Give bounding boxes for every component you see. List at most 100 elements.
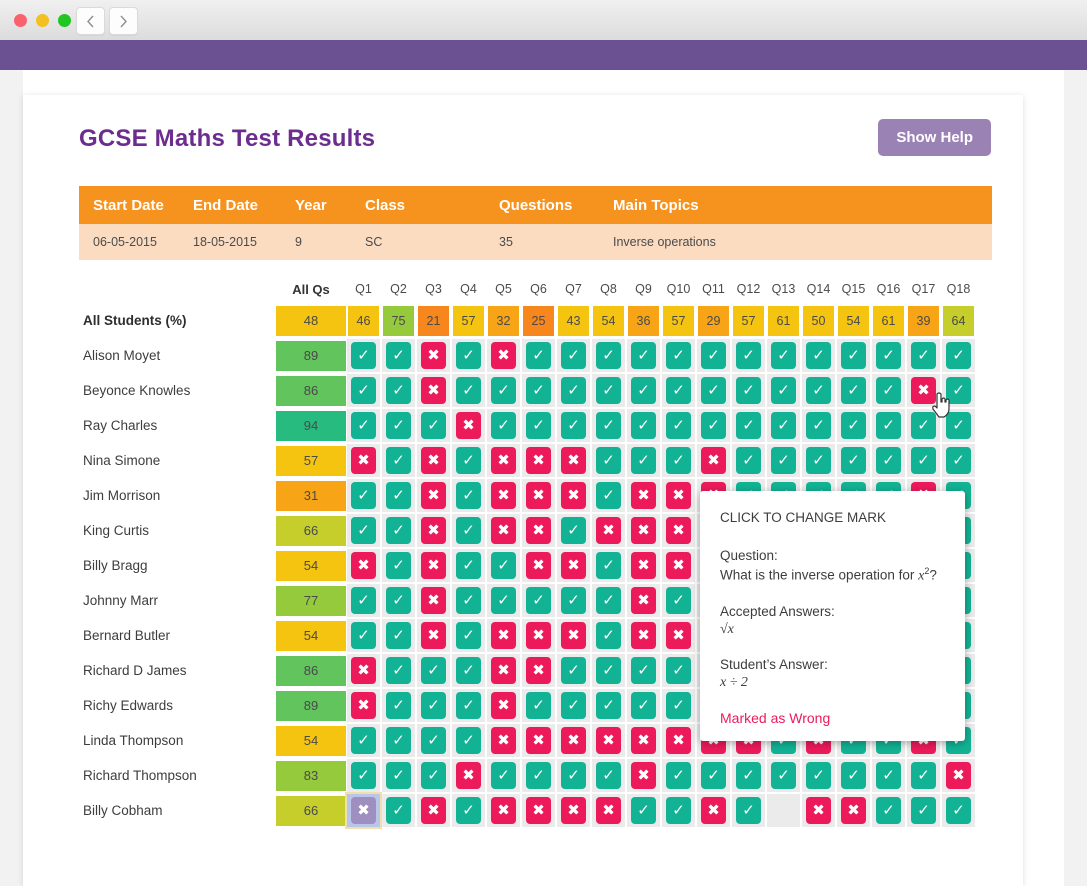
mark-cell-q8[interactable]: ✖ — [591, 793, 626, 828]
mark-cell-q1[interactable]: ✓ — [346, 583, 381, 618]
mark-cell-q6[interactable]: ✓ — [521, 373, 556, 408]
show-help-button[interactable]: Show Help — [878, 119, 991, 156]
mark-cell-q14[interactable]: ✓ — [801, 408, 836, 443]
mark-cell-q12[interactable]: ✓ — [731, 793, 766, 828]
mark-cell-q16[interactable]: ✓ — [871, 338, 906, 373]
mark-cell-q13[interactable]: ✓ — [766, 373, 801, 408]
mark-cell-q1[interactable]: ✖ — [346, 688, 381, 723]
mark-cell-q2[interactable]: ✓ — [381, 583, 416, 618]
mark-cell-q7[interactable]: ✖ — [556, 618, 591, 653]
forward-button[interactable] — [109, 7, 138, 35]
mark-cell-q1[interactable]: ✓ — [346, 758, 381, 793]
mark-cell-q17[interactable]: ✓ — [906, 793, 941, 828]
mark-cell-q8[interactable]: ✓ — [591, 408, 626, 443]
mark-cell-q4[interactable]: ✓ — [451, 513, 486, 548]
mark-cell-q10[interactable]: ✖ — [661, 548, 696, 583]
mark-cell-q6[interactable]: ✖ — [521, 793, 556, 828]
mark-cell-q10[interactable]: ✓ — [661, 443, 696, 478]
mark-cell-q8[interactable]: ✖ — [591, 723, 626, 758]
mark-cell-q2[interactable]: ✓ — [381, 723, 416, 758]
mark-cell-q8[interactable]: ✓ — [591, 443, 626, 478]
mark-cell-q7[interactable]: ✓ — [556, 513, 591, 548]
mark-cell-q14[interactable]: ✓ — [801, 443, 836, 478]
mark-cell-q6[interactable]: ✓ — [521, 758, 556, 793]
mark-cell-q7[interactable]: ✖ — [556, 793, 591, 828]
mark-cell-q10[interactable]: ✓ — [661, 758, 696, 793]
mark-cell-q15[interactable]: ✓ — [836, 443, 871, 478]
mark-cell-q8[interactable]: ✓ — [591, 373, 626, 408]
mark-cell-q4[interactable]: ✓ — [451, 338, 486, 373]
mark-cell-q5[interactable]: ✓ — [486, 373, 521, 408]
mark-cell-q7[interactable]: ✖ — [556, 478, 591, 513]
mark-cell-q7[interactable]: ✓ — [556, 583, 591, 618]
mark-cell-q17[interactable]: ✓ — [906, 338, 941, 373]
mark-cell-q5[interactable]: ✖ — [486, 338, 521, 373]
back-button[interactable] — [76, 7, 105, 35]
mark-cell-q2[interactable]: ✓ — [381, 793, 416, 828]
mark-cell-q13[interactable]: ✓ — [766, 408, 801, 443]
mark-cell-q6[interactable]: ✓ — [521, 583, 556, 618]
mark-cell-q6[interactable]: ✖ — [521, 443, 556, 478]
mark-cell-q9[interactable]: ✓ — [626, 373, 661, 408]
mark-cell-q4[interactable]: ✓ — [451, 373, 486, 408]
mark-cell-q2[interactable]: ✓ — [381, 618, 416, 653]
mark-cell-q3[interactable]: ✖ — [416, 513, 451, 548]
mark-cell-q9[interactable]: ✓ — [626, 408, 661, 443]
mark-cell-q4[interactable]: ✓ — [451, 583, 486, 618]
mark-cell-q1[interactable]: ✓ — [346, 478, 381, 513]
mark-cell-q5[interactable]: ✖ — [486, 443, 521, 478]
mark-cell-q15[interactable]: ✓ — [836, 758, 871, 793]
mark-cell-q4[interactable]: ✖ — [451, 408, 486, 443]
mark-cell-q9[interactable]: ✓ — [626, 653, 661, 688]
mark-cell-q3[interactable]: ✖ — [416, 548, 451, 583]
mark-cell-q5[interactable]: ✓ — [486, 408, 521, 443]
mark-cell-q5[interactable]: ✖ — [486, 793, 521, 828]
mark-cell-q6[interactable]: ✓ — [521, 408, 556, 443]
minimize-window-icon[interactable] — [36, 14, 49, 27]
mark-cell-q14[interactable]: ✓ — [801, 758, 836, 793]
mark-cell-q1[interactable]: ✓ — [346, 408, 381, 443]
mark-cell-q10[interactable]: ✖ — [661, 513, 696, 548]
mark-cell-q3[interactable]: ✓ — [416, 723, 451, 758]
mark-cell-q3[interactable]: ✖ — [416, 443, 451, 478]
mark-cell-q9[interactable]: ✖ — [626, 583, 661, 618]
mark-cell-q16[interactable]: ✓ — [871, 408, 906, 443]
mark-cell-q6[interactable]: ✖ — [521, 478, 556, 513]
mark-cell-q11[interactable]: ✖ — [696, 443, 731, 478]
mark-cell-q9[interactable]: ✓ — [626, 443, 661, 478]
mark-cell-q8[interactable]: ✓ — [591, 548, 626, 583]
mark-cell-q7[interactable]: ✖ — [556, 443, 591, 478]
mark-cell-q12[interactable]: ✓ — [731, 338, 766, 373]
mark-cell-q6[interactable]: ✓ — [521, 338, 556, 373]
mark-cell-q12[interactable]: ✓ — [731, 443, 766, 478]
mark-cell-q9[interactable]: ✓ — [626, 793, 661, 828]
mark-cell-q1[interactable]: ✓ — [346, 513, 381, 548]
mark-cell-q3[interactable]: ✖ — [416, 338, 451, 373]
mark-cell-q1[interactable]: ✓ — [346, 723, 381, 758]
mark-cell-q8[interactable]: ✓ — [591, 478, 626, 513]
mark-cell-q6[interactable]: ✖ — [521, 618, 556, 653]
mark-cell-q6[interactable]: ✖ — [521, 653, 556, 688]
mark-cell-q2[interactable]: ✓ — [381, 443, 416, 478]
mark-cell-q7[interactable]: ✓ — [556, 758, 591, 793]
mark-cell-q8[interactable]: ✓ — [591, 338, 626, 373]
mark-cell-q4[interactable]: ✓ — [451, 618, 486, 653]
mark-cell-q4[interactable]: ✓ — [451, 793, 486, 828]
mark-cell-q2[interactable]: ✓ — [381, 338, 416, 373]
mark-cell-q18[interactable]: ✖ — [941, 758, 976, 793]
mark-cell-q15[interactable]: ✖ — [836, 793, 871, 828]
mark-cell-q11[interactable]: ✖ — [696, 793, 731, 828]
mark-cell-q12[interactable]: ✓ — [731, 408, 766, 443]
mark-cell-q18[interactable]: ✓ — [941, 338, 976, 373]
mark-cell-q13[interactable]: ✓ — [766, 443, 801, 478]
mark-cell-q9[interactable]: ✖ — [626, 723, 661, 758]
mark-cell-q4[interactable]: ✓ — [451, 723, 486, 758]
mark-cell-q7[interactable]: ✓ — [556, 653, 591, 688]
mark-cell-q16[interactable]: ✓ — [871, 373, 906, 408]
mark-cell-q10[interactable]: ✖ — [661, 478, 696, 513]
mark-cell-q1[interactable]: ✓ — [346, 618, 381, 653]
mark-cell-q10[interactable]: ✓ — [661, 408, 696, 443]
mark-cell-q8[interactable]: ✓ — [591, 653, 626, 688]
mark-cell-q9[interactable]: ✓ — [626, 688, 661, 723]
mark-cell-q10[interactable]: ✓ — [661, 793, 696, 828]
